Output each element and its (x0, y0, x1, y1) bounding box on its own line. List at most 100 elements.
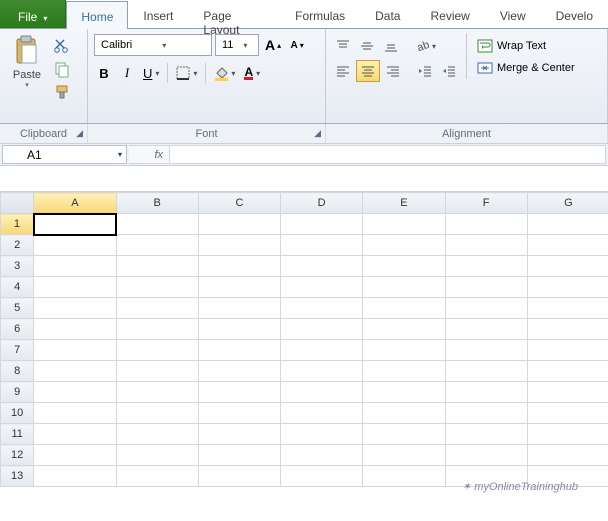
cell[interactable] (445, 256, 527, 277)
cell[interactable] (527, 256, 608, 277)
cell[interactable] (116, 277, 198, 298)
cell[interactable] (363, 214, 445, 235)
cell[interactable] (527, 403, 608, 424)
cell[interactable] (281, 403, 363, 424)
row-header-5[interactable]: 5 (1, 298, 34, 319)
align-bottom-button[interactable] (380, 35, 402, 57)
cell[interactable] (34, 340, 116, 361)
cell[interactable] (281, 382, 363, 403)
cell[interactable] (281, 214, 363, 235)
cell[interactable] (445, 235, 527, 256)
row-header-12[interactable]: 12 (1, 445, 34, 466)
cell[interactable] (116, 214, 198, 235)
cell[interactable] (198, 235, 280, 256)
cell[interactable] (363, 403, 445, 424)
cell[interactable] (363, 319, 445, 340)
increase-indent-button[interactable] (438, 60, 460, 82)
cell[interactable] (527, 235, 608, 256)
cell[interactable] (198, 277, 280, 298)
tab-formulas[interactable]: Formulas (280, 0, 360, 28)
cell[interactable] (363, 361, 445, 382)
cell[interactable] (198, 424, 280, 445)
cell[interactable] (34, 277, 116, 298)
cell[interactable] (34, 298, 116, 319)
row-header-1[interactable]: 1 (1, 214, 34, 235)
cell[interactable] (34, 361, 116, 382)
font-dialog-launcher[interactable]: ◢ (314, 128, 321, 139)
align-right-button[interactable] (382, 60, 404, 82)
cell[interactable] (116, 403, 198, 424)
tab-insert[interactable]: Insert (128, 0, 188, 28)
cell[interactable] (34, 319, 116, 340)
cell[interactable] (445, 403, 527, 424)
cell[interactable] (445, 277, 527, 298)
column-header-B[interactable]: B (116, 193, 198, 214)
cell[interactable] (281, 319, 363, 340)
cell[interactable] (116, 361, 198, 382)
borders-button[interactable] (173, 62, 200, 84)
cell[interactable] (34, 403, 116, 424)
cell[interactable] (34, 466, 116, 487)
cell[interactable] (116, 319, 198, 340)
cell[interactable] (198, 382, 280, 403)
tab-view[interactable]: View (485, 0, 541, 28)
cell[interactable] (116, 382, 198, 403)
cell[interactable] (527, 445, 608, 466)
cell[interactable] (527, 298, 608, 319)
cell[interactable] (445, 382, 527, 403)
format-painter-button[interactable] (52, 82, 72, 102)
tab-review[interactable]: Review (415, 0, 484, 28)
row-header-6[interactable]: 6 (1, 319, 34, 340)
cell[interactable] (363, 466, 445, 487)
orientation-button[interactable]: ab (412, 35, 439, 57)
cell[interactable] (281, 256, 363, 277)
cell[interactable] (198, 445, 280, 466)
fx-button[interactable]: fx (129, 145, 169, 164)
cell[interactable] (198, 256, 280, 277)
cell[interactable] (198, 298, 280, 319)
cell[interactable] (363, 235, 445, 256)
row-header-7[interactable]: 7 (1, 340, 34, 361)
file-tab[interactable]: File ▾ (0, 0, 66, 28)
align-middle-button[interactable] (356, 35, 378, 57)
cell[interactable] (445, 214, 527, 235)
cell[interactable] (363, 340, 445, 361)
cell[interactable] (198, 214, 280, 235)
cell[interactable] (34, 424, 116, 445)
cell[interactable] (198, 403, 280, 424)
cell[interactable] (34, 235, 116, 256)
column-header-D[interactable]: D (281, 193, 363, 214)
cell[interactable] (281, 445, 363, 466)
underline-button[interactable]: U (140, 62, 162, 84)
cut-button[interactable] (52, 36, 72, 56)
fill-color-button[interactable] (211, 62, 238, 84)
cell[interactable] (281, 361, 363, 382)
paste-button[interactable]: Paste ▾ (6, 33, 48, 89)
cell[interactable] (34, 382, 116, 403)
cell[interactable] (527, 214, 608, 235)
tab-home[interactable]: Home (66, 1, 128, 29)
column-header-C[interactable]: C (198, 193, 280, 214)
clipboard-dialog-launcher[interactable]: ◢ (76, 128, 83, 139)
row-header-3[interactable]: 3 (1, 256, 34, 277)
row-header-13[interactable]: 13 (1, 466, 34, 487)
cell[interactable] (116, 298, 198, 319)
font-color-button[interactable]: A (241, 62, 263, 84)
tab-data[interactable]: Data (360, 0, 415, 28)
wrap-text-button[interactable]: Wrap Text (473, 35, 579, 57)
cell[interactable] (363, 445, 445, 466)
decrease-font-button[interactable]: A▾ (287, 34, 307, 56)
cell[interactable] (116, 340, 198, 361)
cell[interactable] (116, 424, 198, 445)
row-header-9[interactable]: 9 (1, 382, 34, 403)
cell[interactable] (281, 466, 363, 487)
italic-button[interactable]: I (117, 62, 137, 84)
cell[interactable] (527, 277, 608, 298)
font-name-select[interactable]: Calibri▾ (94, 34, 212, 56)
cell[interactable] (363, 298, 445, 319)
cell[interactable] (445, 361, 527, 382)
cell[interactable] (527, 382, 608, 403)
cell[interactable] (198, 340, 280, 361)
name-box[interactable]: A1 ▾ (2, 145, 127, 164)
tab-developer[interactable]: Develo (541, 0, 608, 28)
